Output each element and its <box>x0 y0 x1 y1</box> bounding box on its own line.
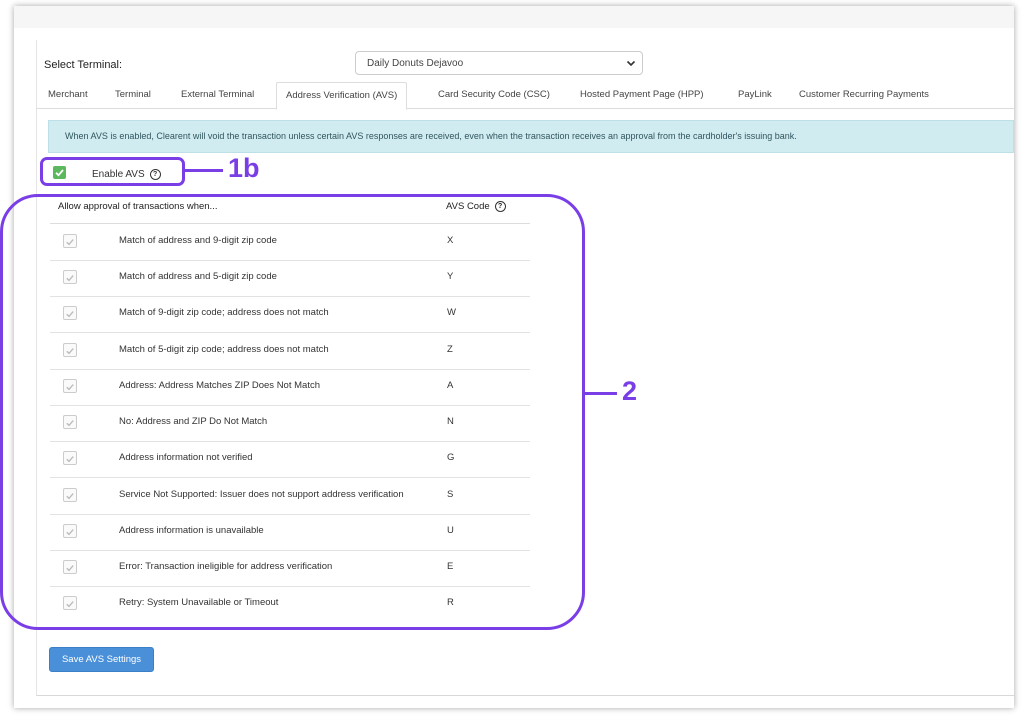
settings-tabs: Merchant Terminal External Terminal Addr… <box>36 82 1014 110</box>
chevron-down-icon <box>626 60 636 67</box>
tab-terminal[interactable]: Terminal <box>113 82 153 108</box>
avs-info-alert: When AVS is enabled, Clearent will void … <box>48 120 1014 153</box>
annotation-label-2: 2 <box>622 376 638 406</box>
save-avs-settings-button[interactable]: Save AVS Settings <box>49 647 154 672</box>
tab-paylink[interactable]: PayLink <box>736 82 774 108</box>
top-bar <box>14 6 1014 28</box>
annotation-box-1b <box>40 157 185 186</box>
tab-address-verification[interactable]: Address Verification (AVS) <box>276 82 408 110</box>
tab-external-terminal[interactable]: External Terminal <box>179 82 256 108</box>
annotation-connector-1b <box>185 169 223 172</box>
annotation-label-1b: 1b <box>228 153 260 183</box>
tab-card-security-code[interactable]: Card Security Code (CSC) <box>436 82 552 108</box>
terminal-select[interactable]: Daily Donuts Dejavoo <box>355 51 643 75</box>
tab-merchant[interactable]: Merchant <box>46 82 90 108</box>
annotation-connector-2 <box>585 392 617 395</box>
tab-hosted-payment-page[interactable]: Hosted Payment Page (HPP) <box>578 82 706 108</box>
terminal-select-value: Daily Donuts Dejavoo <box>367 58 464 69</box>
annotation-box-2 <box>0 194 585 630</box>
tab-customer-recurring-payments[interactable]: Customer Recurring Payments <box>797 82 931 108</box>
select-terminal-label: Select Terminal: <box>44 59 123 71</box>
